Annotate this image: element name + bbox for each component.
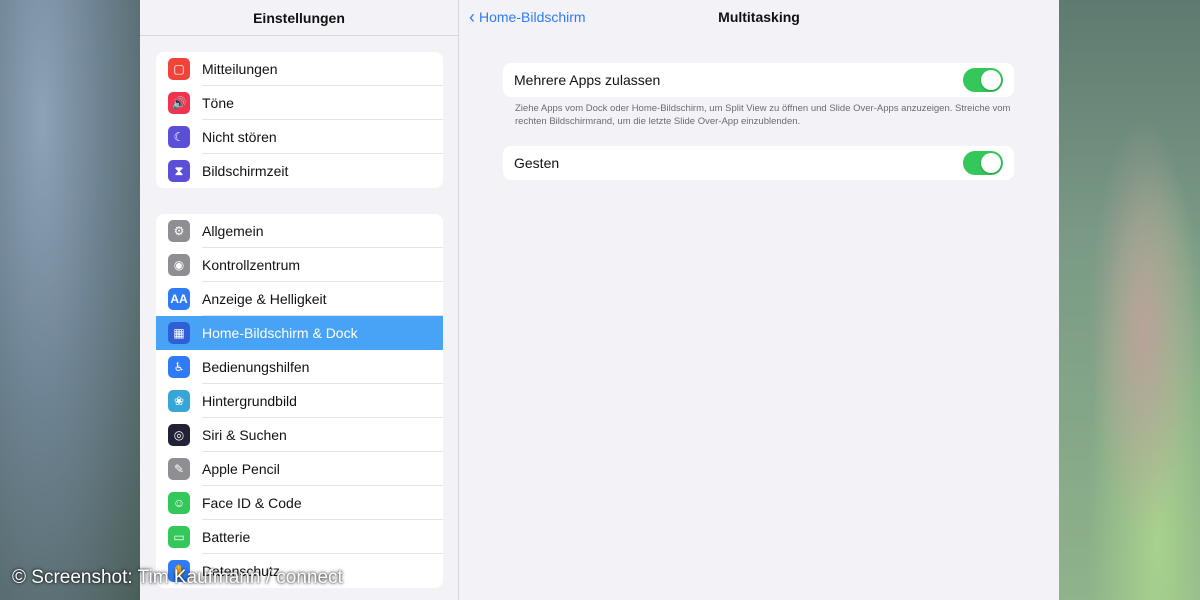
settings-window: Einstellungen ▢ Mitteilungen 🔊 Töne ☾ Nicht s…	[140, 0, 1059, 600]
sidebar-item-apple-pencil[interactable]: ✎ Apple Pencil	[156, 452, 443, 486]
sidebar-group-notifications: ▢ Mitteilungen 🔊 Töne ☾ Nicht stören ⧗ Bildschi…	[156, 52, 443, 188]
general-icon: ⚙	[168, 220, 190, 242]
sidebar-item-label: Batterie	[202, 529, 251, 545]
sidebar-item-label: Mitteilungen	[202, 61, 278, 77]
wallpaper-icon: ❀	[168, 390, 190, 412]
sidebar-item-batterie[interactable]: ▭ Batterie	[156, 520, 443, 554]
sidebar-item-kontrollzentrum[interactable]: ◉ Kontrollzentrum	[156, 248, 443, 282]
sidebar-item-label: Siri & Suchen	[202, 427, 287, 443]
display-icon: AA	[168, 288, 190, 310]
sidebar-item-nicht-stören[interactable]: ☾ Nicht stören	[156, 120, 443, 154]
toggle-knob	[981, 70, 1001, 90]
sidebar-item-label: Allgemein	[202, 223, 264, 239]
page-title: Multitasking	[718, 9, 800, 25]
setting-gestures: Gesten	[503, 146, 1014, 180]
screen-time-icon: ⧗	[168, 160, 190, 182]
sidebar-item-label: Nicht stören	[202, 129, 277, 145]
sidebar-item-töne[interactable]: 🔊 Töne	[156, 86, 443, 120]
setting-multiple-apps-label: Mehrere Apps zulassen	[514, 72, 661, 88]
setting-gestures-label: Gesten	[514, 155, 560, 171]
multiple-apps-toggle[interactable]	[963, 68, 1003, 92]
sidebar-title: Einstellungen	[140, 0, 458, 36]
background-left	[0, 0, 140, 600]
sidebar-item-label: Hintergrundbild	[202, 393, 297, 409]
sidebar-item-label: Face ID & Code	[202, 495, 302, 511]
gestures-toggle[interactable]	[963, 151, 1003, 175]
sidebar-group-general: ⚙ Allgemein ◉ Kontrollzentrum AA Anzeige & He…	[156, 214, 443, 588]
sidebar-item-bedienungshilfen[interactable]: ♿ Bedienungshilfen	[156, 350, 443, 384]
nav-bar: ‹ Home-Bildschirm Multitasking	[459, 0, 1059, 36]
sidebar: Einstellungen ▢ Mitteilungen 🔊 Töne ☾ Nicht s…	[140, 0, 459, 600]
sidebar-item-home-bildschirm-dock[interactable]: ▦ Home-Bildschirm & Dock	[156, 316, 443, 350]
sidebar-item-label: Bedienungshilfen	[202, 359, 310, 375]
sidebar-item-label: Töne	[202, 95, 234, 111]
sidebar-item-face-id-code[interactable]: ☺ Face ID & Code	[156, 486, 443, 520]
sidebar-item-bildschirmzeit[interactable]: ⧗ Bildschirmzeit	[156, 154, 443, 188]
face-id-icon: ☺	[168, 492, 190, 514]
notifications-icon: ▢	[168, 58, 190, 80]
accessibility-icon: ♿	[168, 356, 190, 378]
sidebar-item-allgemein[interactable]: ⚙ Allgemein	[156, 214, 443, 248]
do-not-disturb-icon: ☾	[168, 126, 190, 148]
sidebar-item-anzeige-helligkeit[interactable]: AA Anzeige & Helligkeit	[156, 282, 443, 316]
sidebar-item-siri-suchen[interactable]: ◎ Siri & Suchen	[156, 418, 443, 452]
sidebar-item-label: Bildschirmzeit	[202, 163, 289, 179]
setting-multiple-apps: Mehrere Apps zulassen	[503, 63, 1014, 97]
sidebar-item-mitteilungen[interactable]: ▢ Mitteilungen	[156, 52, 443, 86]
sidebar-item-hintergrundbild[interactable]: ❀ Hintergrundbild	[156, 384, 443, 418]
siri-icon: ◎	[168, 424, 190, 446]
home-screen-icon: ▦	[168, 322, 190, 344]
sidebar-item-label: Home-Bildschirm & Dock	[202, 325, 358, 341]
sidebar-item-label: Anzeige & Helligkeit	[202, 291, 327, 307]
control-center-icon: ◉	[168, 254, 190, 276]
toggle-knob	[981, 153, 1001, 173]
detail-pane: ‹ Home-Bildschirm Multitasking Mehrere A…	[459, 0, 1059, 600]
watermark: © Screenshot: Tim Kaufmann / connect	[12, 567, 343, 588]
multitasking-footnote: Ziehe Apps vom Dock oder Home-Bildschirm…	[515, 103, 1011, 127]
sidebar-item-label: Kontrollzentrum	[202, 257, 301, 273]
background-right	[1059, 0, 1200, 600]
sounds-icon: 🔊	[168, 92, 190, 114]
sidebar-item-label: Apple Pencil	[202, 461, 280, 477]
battery-icon: ▭	[168, 526, 190, 548]
pencil-icon: ✎	[168, 458, 190, 480]
